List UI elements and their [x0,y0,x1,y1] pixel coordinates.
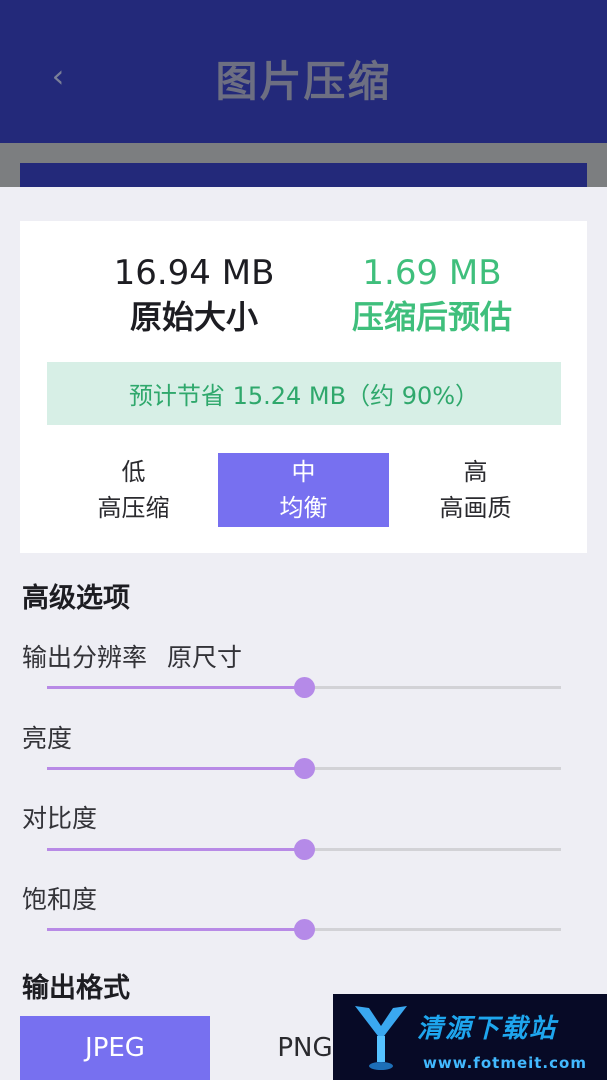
quality-high-desc: 高画质 [439,494,512,522]
slider-thumb[interactable] [294,758,315,779]
quality-low-name: 低 [121,458,146,486]
watermark-url: www.fotmeit.com [423,1054,587,1072]
site-watermark: 清源下载站 www.fotmeit.com [333,994,607,1080]
page-title: 图片压缩 [215,57,392,106]
slider-fill [47,928,304,931]
slider-fill [47,848,304,851]
compressed-size-stat: 1.69 MB 压缩后预估 [312,251,552,339]
original-size-label: 原始大小 [129,298,258,336]
resolution-label: 输出分辨率 [22,643,148,672]
format-jpeg-button[interactable]: JPEG [20,1016,210,1080]
compressed-size-value: 1.69 MB [362,253,502,293]
app-header: ‹ 图片压缩 [0,0,607,143]
contrast-slider[interactable] [47,838,561,862]
compressed-size-label: 压缩后预估 [351,298,512,336]
slider-fill [47,686,304,689]
resolution-slider[interactable] [47,676,561,700]
saving-banner: 预计节省 15.24 MB（约 90%） [47,362,561,425]
slider-thumb[interactable] [294,919,315,940]
summary-card: 16.94 MB 原始大小 1.69 MB 压缩后预估 预计节省 15.24 M… [20,221,587,553]
watermark-title: 清源下载站 [417,1014,558,1044]
brightness-label: 亮度 [22,724,73,753]
slider-thumb[interactable] [294,839,315,860]
contrast-label: 对比度 [22,804,98,833]
watermark-logo-icon [355,1006,407,1070]
image-preview [20,163,587,187]
original-size-stat: 16.94 MB 原始大小 [74,251,314,339]
saturation-slider[interactable] [47,918,561,942]
advanced-options-title: 高级选项 [22,583,130,614]
quality-medium-option[interactable]: 中 均衡 [218,453,389,527]
brightness-slider[interactable] [47,757,561,781]
output-format-title: 输出格式 [22,973,130,1004]
slider-fill [47,767,304,770]
quality-low-desc: 高压缩 [97,494,170,522]
quality-low-option[interactable]: 低 高压缩 [48,453,219,527]
original-size-value: 16.94 MB [113,253,275,293]
quality-selector: 低 高压缩 中 均衡 高 高画质 [20,453,587,527]
quality-medium-name: 中 [291,458,316,486]
slider-thumb[interactable] [294,677,315,698]
quality-medium-desc: 均衡 [279,494,328,522]
quality-high-name: 高 [463,458,488,486]
resolution-label-row: 输出分辨率 原尺寸 [22,638,242,674]
resolution-value: 原尺寸 [166,643,242,672]
saturation-label: 饱和度 [22,885,98,914]
quality-high-option[interactable]: 高 高画质 [390,453,561,527]
